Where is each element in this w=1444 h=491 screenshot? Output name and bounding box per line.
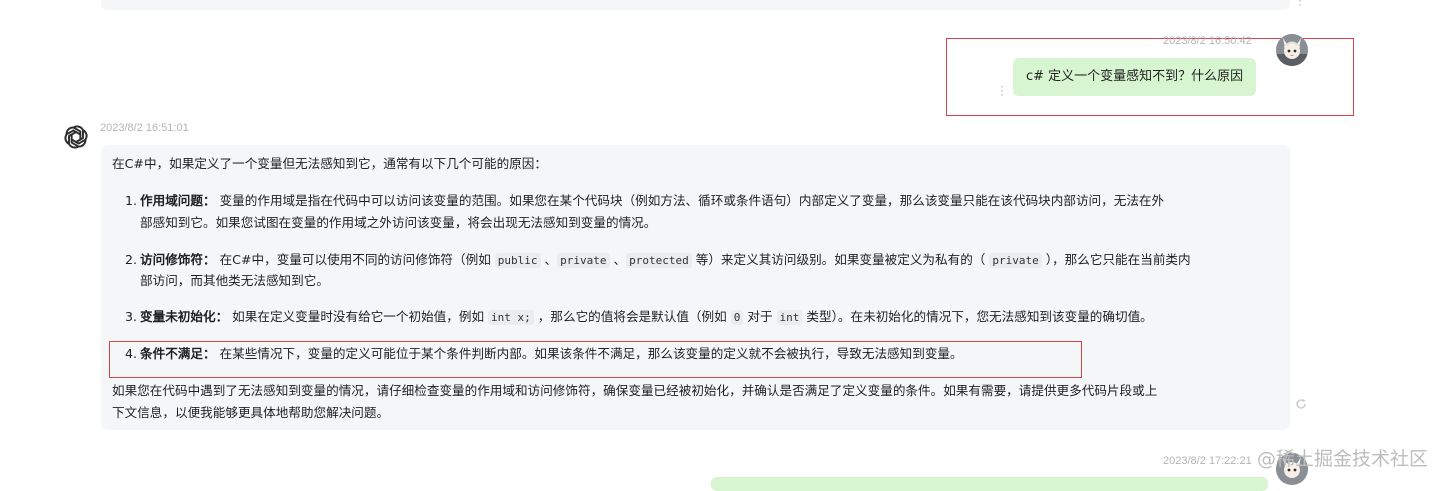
more-options-icon[interactable]: · · xyxy=(1296,0,1304,11)
list-item-text: 如果在定义变量时没有给它一个初始值，例如 xyxy=(228,309,489,324)
user-avatar[interactable] xyxy=(1276,34,1308,66)
assistant-intro: 在C#中，如果定义了一个变量但无法感知到它，通常有以下几个可能的原因： xyxy=(112,156,547,171)
list-item-text: 类型）。在未初始化的情况下，您无法感知到该变量的确切值。 xyxy=(802,309,1153,324)
watermark: @稀土掘金技术社区 xyxy=(1256,448,1428,470)
list-item-text: 在C#中，变量可以使用不同的访问修饰符（例如 xyxy=(215,252,495,267)
list-item-title: 变量未初始化： xyxy=(140,309,229,324)
list-item-title: 条件不满足： xyxy=(140,346,216,361)
assistant-outro-line-2: 下文信息，以便我能够更具体地帮助您解决问题。 xyxy=(112,405,390,420)
user-message-more-icon[interactable]: · · · xyxy=(998,81,1006,101)
inline-code: private xyxy=(557,253,610,268)
list-number: 4. xyxy=(125,346,138,361)
inline-code: private xyxy=(989,253,1042,268)
list-item-2-line-2: 部访问，而其他类无法感知到它。 xyxy=(140,273,329,288)
list-item-title: 访问修饰符： xyxy=(140,252,216,267)
user-message-timestamp: 2023/8/2 16:50:42 xyxy=(1163,35,1252,47)
list-item-1-line-1: 作用域问题： 变量的作用域是指在代码中可以访问该变量的范围。如果您在某个代码块（… xyxy=(140,190,1164,212)
list-item-2-line-1: 访问修饰符： 在C#中，变量可以使用不同的访问修饰符（例如 public 、 pr… xyxy=(140,249,1191,272)
inline-code: 0 xyxy=(730,310,744,325)
list-item-text: ，那么它的值将会是默认值（例如 xyxy=(533,309,731,324)
list-number: 1. xyxy=(125,193,138,208)
list-item-text: 、 xyxy=(540,252,558,267)
list-item-3-line-1: 变量未初始化： 如果在定义变量时没有给它一个初始值，例如 int x; ，那么它… xyxy=(140,306,1153,329)
user-avatar-icon xyxy=(1276,34,1308,66)
inline-code: int xyxy=(776,310,803,325)
refresh-icon[interactable] xyxy=(1295,395,1307,409)
assistant-outro-line-1: 如果您在代码中遇到了无法感知到变量的情况，请仔细检查变量的作用域和访问修饰符，确… xyxy=(112,383,1158,398)
list-item-text: 变量的作用域是指在代码中可以访问该变量的范围。如果您在某个代码块（例如方法、循环… xyxy=(215,193,1165,208)
list-item-1-line-2: 部感知到它。如果您试图在变量的作用域之外访问该变量，将会出现无法感知到变量的情况… xyxy=(140,215,657,230)
inline-code: protected xyxy=(626,253,692,268)
next-user-message-bubble xyxy=(711,477,1268,491)
assistant-message-bubble: 在C#中，如果定义了一个变量但无法感知到它，通常有以下几个可能的原因： 1. 作… xyxy=(101,145,1290,430)
list-number: 2. xyxy=(125,252,138,267)
previous-message-bubble xyxy=(101,0,1290,10)
next-user-message-timestamp: 2023/8/2 17:22:21 xyxy=(1163,455,1252,467)
list-item-title: 作用域问题： xyxy=(140,193,216,208)
inline-code: public xyxy=(494,253,541,268)
list-item-text: 等）来定义其访问级别。如果变量被定义为私有的（ xyxy=(691,252,990,267)
user-message-bubble: c# 定义一个变量感知不到？什么原因 xyxy=(1013,58,1257,96)
list-item-text: 在某些情况下，变量的定义可能位于某个条件判断内部。如果该条件不满足，那么该变量的… xyxy=(215,346,963,361)
list-item-text: 、 xyxy=(609,252,627,267)
inline-code: int x; xyxy=(488,310,534,325)
list-item-text: 对于 xyxy=(743,309,777,324)
list-item-text: ），那么它只能在当前类内 xyxy=(1041,252,1191,267)
list-number: 3. xyxy=(125,309,138,324)
assistant-message-timestamp: 2023/8/2 16:51:01 xyxy=(100,122,189,134)
list-item-4-line-1: 条件不满足： 在某些情况下，变量的定义可能位于某个条件判断内部。如果该条件不满足… xyxy=(140,343,963,365)
openai-logo-icon xyxy=(62,123,90,151)
